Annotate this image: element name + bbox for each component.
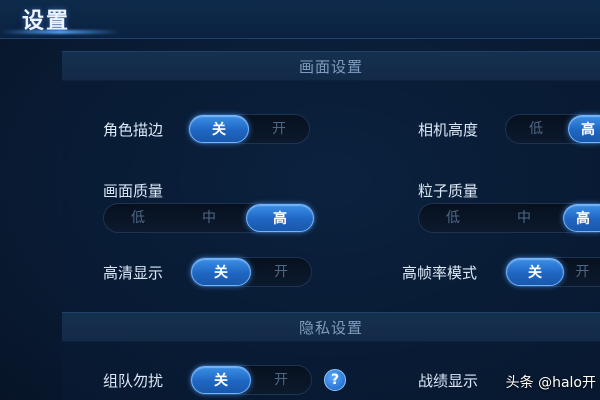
watermark-text: 头条 @halo开 — [505, 375, 596, 391]
high-fps-mode-toggle[interactable]: 关 开 — [505, 257, 600, 287]
section-title-display: 画面设置 — [298, 58, 363, 76]
character-outline-label: 角色描边 — [103, 121, 164, 139]
graphics-quality-medium[interactable]: 中 — [174, 204, 244, 232]
graphics-quality-low[interactable]: 低 — [104, 204, 172, 232]
camera-height-high[interactable]: 高 — [568, 115, 600, 143]
hd-display-toggle[interactable]: 关 开 — [190, 257, 312, 287]
camera-height-toggle[interactable]: 低 高 — [505, 114, 600, 144]
particle-quality-selector[interactable]: 低 中 高 — [418, 203, 600, 233]
graphics-quality-label: 画面质量 — [103, 182, 164, 200]
title-underline-glow — [0, 30, 120, 34]
section-title-privacy: 隐私设置 — [298, 319, 363, 337]
team-no-disturb-off[interactable]: 关 — [191, 366, 251, 394]
particle-quality-low[interactable]: 低 — [419, 204, 487, 232]
help-question-icon[interactable]: ? — [324, 369, 346, 391]
graphics-quality-selector[interactable]: 低 中 高 — [103, 203, 315, 233]
character-outline-on[interactable]: 开 — [249, 115, 309, 143]
high-fps-mode-off[interactable]: 关 — [506, 258, 564, 286]
settings-header: 设置 — [0, 0, 600, 39]
section-header-display: 画面设置 — [62, 51, 600, 81]
team-no-disturb-toggle[interactable]: 关 开 — [190, 365, 312, 395]
section-header-privacy: 隐私设置 — [62, 312, 600, 342]
camera-height-low[interactable]: 低 — [506, 115, 566, 143]
record-display-label: 战绩显示 — [418, 372, 479, 390]
character-outline-toggle[interactable]: 关 开 — [188, 114, 310, 144]
graphics-quality-high[interactable]: 高 — [246, 204, 314, 232]
particle-quality-high[interactable]: 高 — [563, 204, 600, 232]
camera-height-label: 相机高度 — [418, 121, 479, 139]
high-fps-mode-label: 高帧率模式 — [402, 264, 478, 282]
hd-display-label: 高清显示 — [103, 264, 164, 282]
high-fps-mode-on[interactable]: 开 — [564, 258, 600, 286]
particle-quality-medium[interactable]: 中 — [489, 204, 559, 232]
character-outline-off[interactable]: 关 — [189, 115, 249, 143]
hd-display-off[interactable]: 关 — [191, 258, 251, 286]
team-no-disturb-label: 组队勿扰 — [103, 372, 164, 390]
team-no-disturb-on[interactable]: 开 — [251, 366, 311, 394]
hd-display-on[interactable]: 开 — [251, 258, 311, 286]
particle-quality-label: 粒子质量 — [418, 182, 479, 200]
